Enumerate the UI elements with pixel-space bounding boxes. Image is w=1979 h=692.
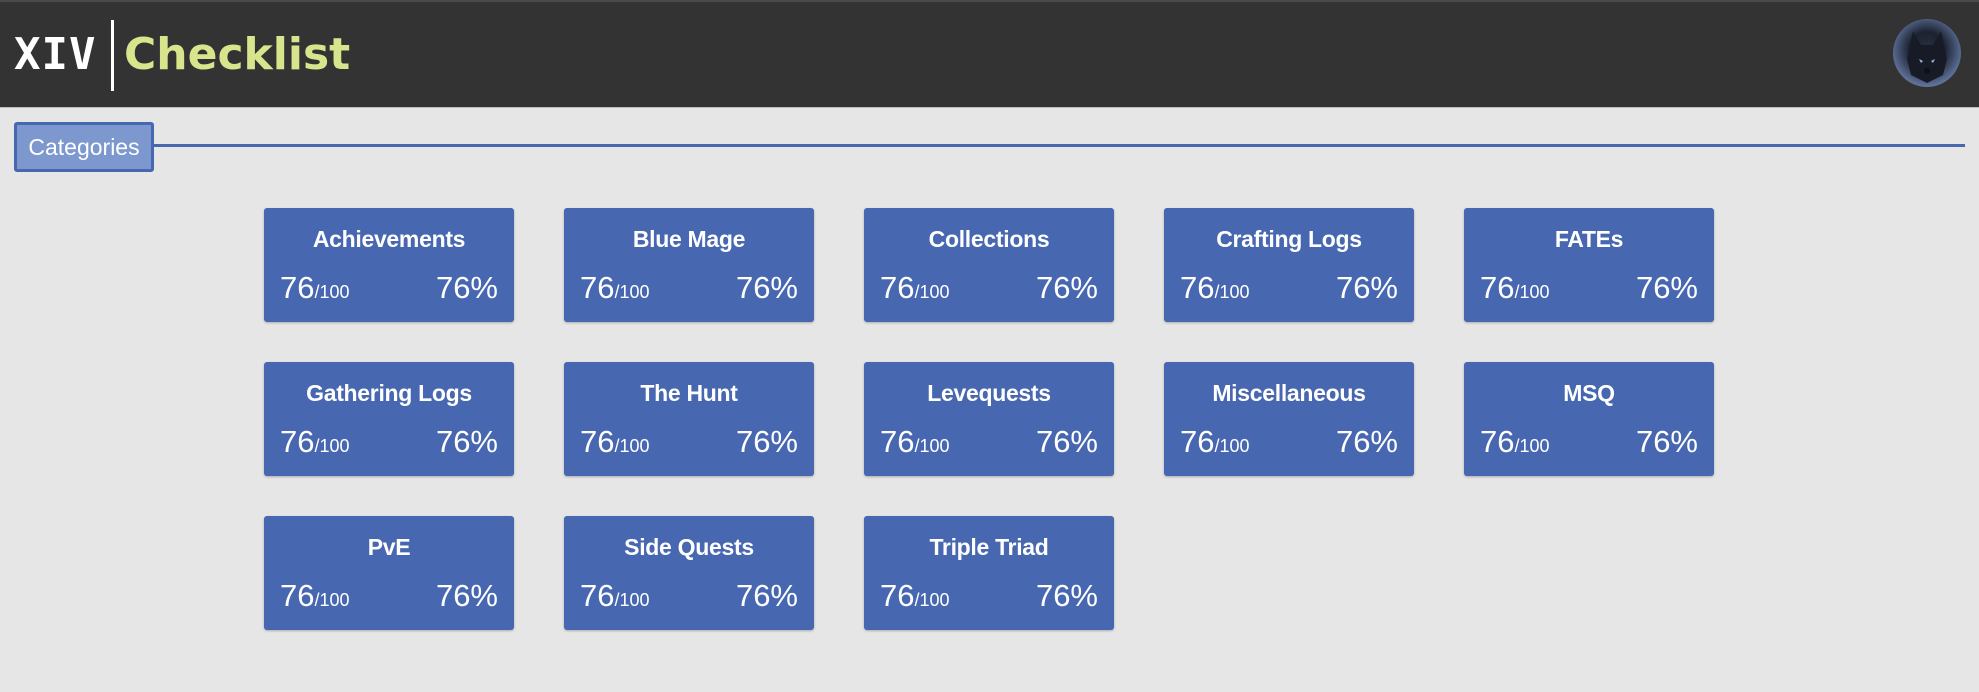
card-progress-count: 76/100 xyxy=(880,424,950,464)
category-card[interactable]: The Hunt 76/100 76% xyxy=(564,362,814,476)
category-card-grid: Achievements 76/100 76% Blue Mage 76/100 76% C… xyxy=(264,208,1714,630)
card-title: Side Quests xyxy=(624,534,754,560)
card-count-value: 76 xyxy=(1180,270,1215,305)
card-progress-count: 76/100 xyxy=(1180,270,1250,310)
card-count-total: /100 xyxy=(1214,436,1250,456)
card-progress-percent: 76% xyxy=(735,424,798,459)
card-count-value: 76 xyxy=(580,270,615,305)
category-card[interactable]: Crafting Logs 76/100 76% xyxy=(1164,208,1414,322)
card-progress-count: 76/100 xyxy=(880,578,950,618)
card-progress-percent: 76% xyxy=(1335,424,1398,459)
user-avatar[interactable] xyxy=(1893,19,1961,87)
card-progress-percent: 76% xyxy=(735,270,798,305)
card-title: Levequests xyxy=(927,380,1051,406)
card-title: The Hunt xyxy=(640,380,738,406)
category-card[interactable]: Triple Triad 76/100 76% xyxy=(864,516,1114,630)
card-count-total: /100 xyxy=(1514,436,1550,456)
card-count-total: /100 xyxy=(914,436,950,456)
card-progress-percent: 76% xyxy=(1035,424,1098,459)
card-progress-count: 76/100 xyxy=(880,270,950,310)
card-count-total: /100 xyxy=(314,590,350,610)
card-title: Achievements xyxy=(312,226,466,252)
card-title: Triple Triad xyxy=(929,534,1049,560)
card-progress-percent: 76% xyxy=(435,270,498,305)
category-card[interactable]: PvE 76/100 76% xyxy=(264,516,514,630)
card-title: Miscellaneous xyxy=(1212,380,1366,406)
card-count-value: 76 xyxy=(1180,424,1215,459)
card-progress-count: 76/100 xyxy=(1480,424,1550,464)
card-count-total: /100 xyxy=(614,282,650,302)
card-count-value: 76 xyxy=(280,578,315,613)
card-count-value: 76 xyxy=(880,578,915,613)
card-count-value: 76 xyxy=(580,424,615,459)
card-progress-count: 76/100 xyxy=(280,270,350,310)
card-progress-percent: 76% xyxy=(735,578,798,613)
card-title: Blue Mage xyxy=(632,226,746,252)
card-progress-count: 76/100 xyxy=(580,270,650,310)
card-progress-count: 76/100 xyxy=(580,424,650,464)
card-progress-percent: 76% xyxy=(1635,270,1698,305)
card-progress-percent: 76% xyxy=(1035,270,1098,305)
categories-section-header: Categories xyxy=(0,120,1979,174)
category-card[interactable]: Gathering Logs 76/100 76% xyxy=(264,362,514,476)
card-count-total: /100 xyxy=(914,590,950,610)
category-card[interactable]: Collections 76/100 76% xyxy=(864,208,1114,322)
category-card[interactable]: MSQ 76/100 76% xyxy=(1464,362,1714,476)
card-count-value: 76 xyxy=(1480,270,1515,305)
category-card[interactable]: Side Quests 76/100 76% xyxy=(564,516,814,630)
card-count-value: 76 xyxy=(280,270,315,305)
card-title: PvE xyxy=(367,534,411,560)
category-card[interactable]: FATEs 76/100 76% xyxy=(1464,208,1714,322)
brand-divider xyxy=(111,20,114,91)
brand-prefix: XIV xyxy=(14,29,97,80)
avatar-image-icon xyxy=(1907,31,1947,83)
card-count-value: 76 xyxy=(880,270,915,305)
card-count-total: /100 xyxy=(914,282,950,302)
card-progress-percent: 76% xyxy=(1635,424,1698,459)
category-card[interactable]: Miscellaneous 76/100 76% xyxy=(1164,362,1414,476)
card-count-value: 76 xyxy=(1480,424,1515,459)
card-progress-count: 76/100 xyxy=(1480,270,1550,310)
card-title: Collections xyxy=(928,226,1050,252)
card-count-value: 76 xyxy=(580,578,615,613)
card-count-total: /100 xyxy=(1214,282,1250,302)
categories-divider-line xyxy=(140,144,1965,147)
card-progress-percent: 76% xyxy=(435,578,498,613)
card-progress-count: 76/100 xyxy=(1180,424,1250,464)
card-count-value: 76 xyxy=(280,424,315,459)
brand-name: Checklist xyxy=(124,29,351,80)
category-card[interactable]: Levequests 76/100 76% xyxy=(864,362,1114,476)
card-title: Crafting Logs xyxy=(1216,226,1362,252)
category-card[interactable]: Achievements 76/100 76% xyxy=(264,208,514,322)
card-count-total: /100 xyxy=(314,282,350,302)
card-count-total: /100 xyxy=(314,436,350,456)
card-count-total: /100 xyxy=(614,590,650,610)
card-title: MSQ xyxy=(1563,380,1615,406)
card-progress-percent: 76% xyxy=(1335,270,1398,305)
card-progress-percent: 76% xyxy=(435,424,498,459)
card-count-total: /100 xyxy=(614,436,650,456)
category-card[interactable]: Blue Mage 76/100 76% xyxy=(564,208,814,322)
card-count-value: 76 xyxy=(880,424,915,459)
card-progress-count: 76/100 xyxy=(280,424,350,464)
card-title: Gathering Logs xyxy=(306,380,472,406)
card-title: FATEs xyxy=(1554,226,1624,252)
card-progress-count: 76/100 xyxy=(280,578,350,618)
app-header: XIV Checklist xyxy=(0,0,1979,108)
card-count-total: /100 xyxy=(1514,282,1550,302)
card-progress-percent: 76% xyxy=(1035,578,1098,613)
categories-tab[interactable]: Categories xyxy=(14,122,154,172)
card-progress-count: 76/100 xyxy=(580,578,650,618)
